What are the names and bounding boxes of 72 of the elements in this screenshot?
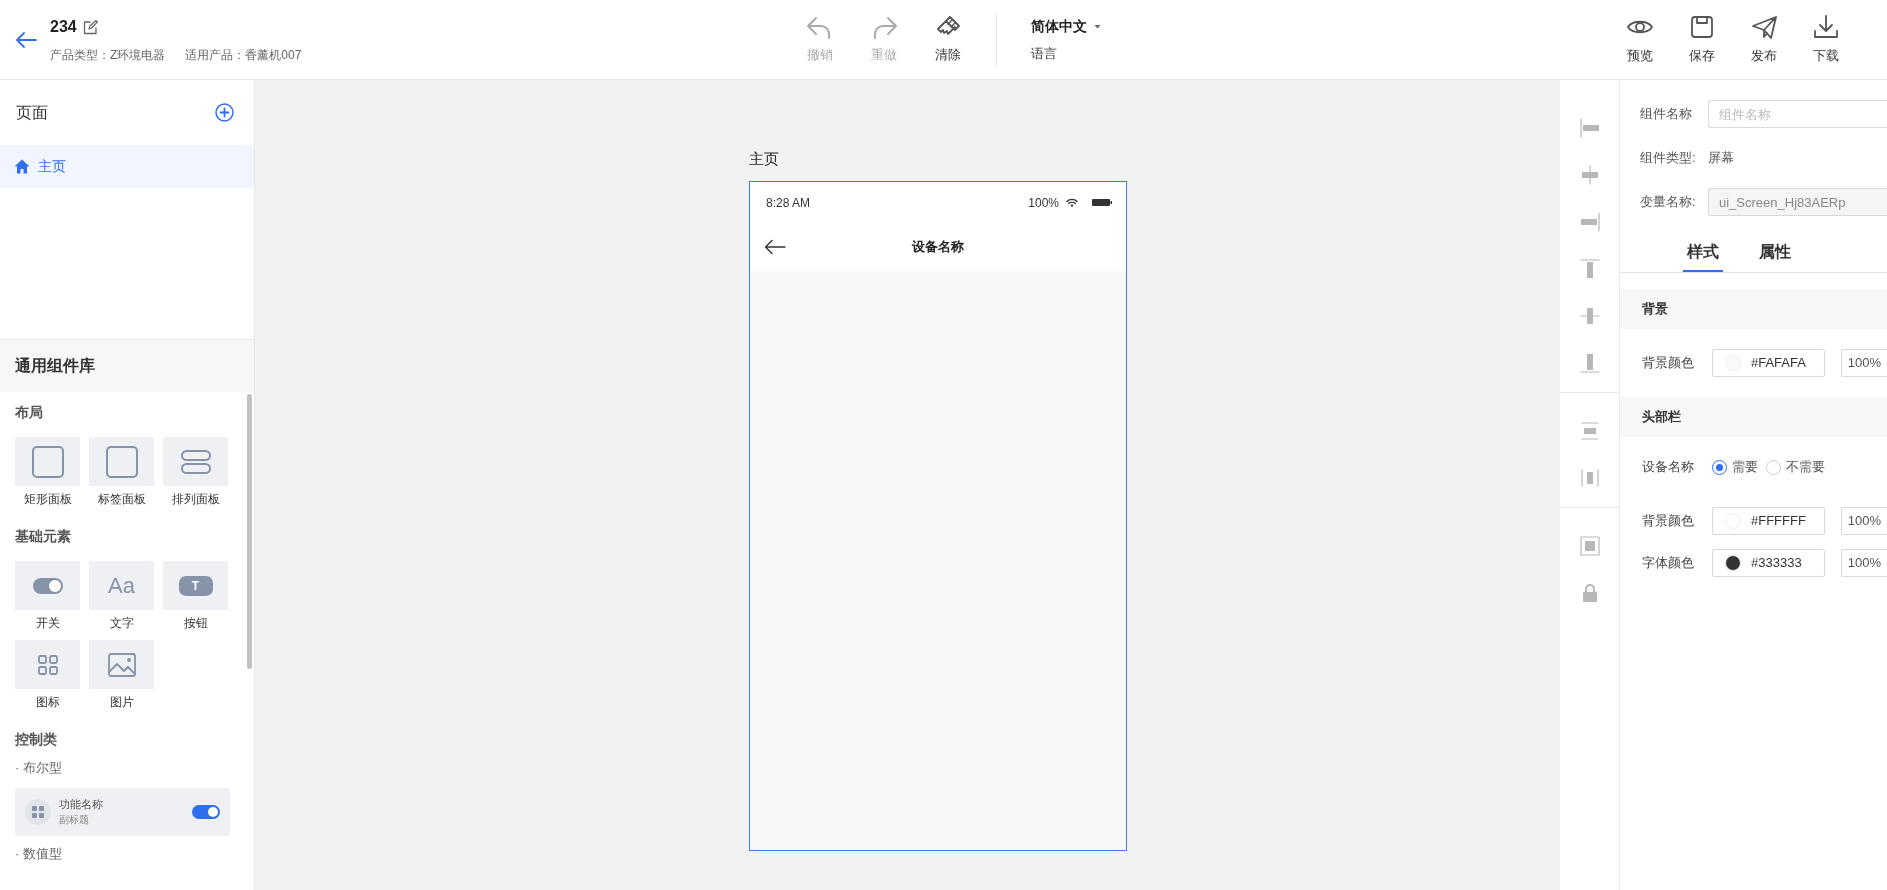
toggle-icon bbox=[32, 577, 63, 594]
group-title: 基础元素 bbox=[15, 527, 72, 546]
text-glyph-icon: Aa bbox=[108, 569, 135, 602]
color-hex-value: #333333 bbox=[1751, 554, 1802, 573]
opacity-field[interactable]: 100% bbox=[1840, 349, 1887, 377]
field-label: 组件名称 bbox=[1640, 105, 1693, 124]
component-name-field[interactable]: 组件名称 bbox=[1708, 100, 1887, 128]
back-arrow-icon[interactable] bbox=[14, 29, 38, 50]
subgroup-title: · 数值型 bbox=[15, 844, 63, 863]
product-meta: 产品类型：Z环境电器 bbox=[50, 46, 166, 64]
opacity-field[interactable]: 100% bbox=[1840, 507, 1887, 535]
opacity-field[interactable]: 100% bbox=[1840, 549, 1887, 577]
color-hex-value: #FAFAFA bbox=[1751, 354, 1806, 373]
library-title: 通用组件库 bbox=[0, 340, 254, 392]
device-name-title: 设备名称 bbox=[911, 238, 965, 257]
color-field[interactable]: #333333 bbox=[1712, 549, 1825, 577]
preview-button[interactable]: 预览 bbox=[1609, 13, 1671, 66]
edit-icon[interactable] bbox=[83, 19, 99, 35]
color-hex-value: #FFFFFF bbox=[1751, 512, 1806, 531]
field-label: 组件类型: bbox=[1640, 149, 1697, 168]
toggle-switch[interactable] bbox=[192, 804, 220, 819]
battery-percent: 100% bbox=[1028, 194, 1059, 212]
back-arrow-icon[interactable] bbox=[764, 239, 786, 255]
stacked-bars-icon bbox=[179, 449, 212, 474]
color-swatch[interactable] bbox=[1725, 555, 1741, 571]
color-field[interactable]: #FFFFFF bbox=[1712, 507, 1825, 535]
panel-title: 页面 bbox=[16, 102, 48, 123]
component-type-value: 屏幕 bbox=[1708, 149, 1734, 168]
field-label: 背景颜色 bbox=[1642, 354, 1695, 373]
wifi-icon bbox=[1065, 198, 1078, 207]
subgroup-title: · 布尔型 bbox=[15, 759, 63, 777]
language-label: 语言 bbox=[1031, 44, 1058, 63]
status-time: 8:28 AM bbox=[766, 194, 811, 212]
paper-plane-icon bbox=[1750, 13, 1778, 40]
download-button[interactable]: 下载 bbox=[1795, 13, 1857, 66]
section-header: 头部栏 bbox=[1620, 397, 1887, 437]
radio-option[interactable]: 不需要 bbox=[1766, 457, 1825, 477]
group-title: 布局 bbox=[15, 403, 44, 422]
group-title: 控制类 bbox=[15, 730, 58, 749]
download-icon bbox=[1812, 13, 1840, 40]
radio-option[interactable]: 需要 bbox=[1712, 457, 1758, 477]
panel-tab[interactable]: 属性 bbox=[1754, 240, 1795, 272]
function-name: 功能名称 bbox=[59, 796, 103, 812]
battery-icon bbox=[1092, 199, 1112, 206]
language-dropdown[interactable]: 简体中文 bbox=[1031, 16, 1101, 37]
product-meta: 适用产品：香薰机007 bbox=[185, 46, 302, 64]
panel-tab[interactable]: 样式 bbox=[1682, 240, 1723, 272]
home-icon bbox=[14, 159, 30, 174]
page-item[interactable]: 主页 bbox=[0, 145, 254, 188]
clear-button[interactable]: 清除 bbox=[918, 14, 978, 65]
save-button[interactable]: 保存 bbox=[1671, 13, 1733, 66]
image-icon bbox=[107, 652, 136, 677]
section-header: 背景 bbox=[1620, 289, 1887, 329]
publish-button[interactable]: 发布 bbox=[1733, 13, 1795, 66]
phone-screen[interactable]: 8:28 AM 100% 设备名称 bbox=[749, 180, 1127, 851]
field-label: 设备名称 bbox=[1642, 458, 1695, 477]
subtitle: 副标题 bbox=[59, 813, 90, 828]
field-label: 背景颜色 bbox=[1642, 512, 1695, 531]
color-field[interactable]: #FAFAFA bbox=[1712, 349, 1825, 377]
control-preview-card[interactable]: 功能名称 副标题 bbox=[15, 787, 230, 836]
grid-icon bbox=[37, 654, 58, 675]
scrollbar-thumb[interactable] bbox=[247, 394, 252, 669]
square-icon bbox=[105, 445, 138, 478]
add-icon[interactable] bbox=[215, 103, 234, 122]
button-glyph-icon: T bbox=[178, 575, 213, 596]
caret-icon bbox=[1093, 24, 1101, 29]
square-icon bbox=[31, 445, 64, 478]
grid-icon bbox=[32, 805, 44, 818]
field-label: 字体颜色 bbox=[1642, 554, 1695, 573]
page-title: 主页 bbox=[749, 149, 780, 169]
project-title: 234 bbox=[50, 17, 77, 38]
field-label: 变量名称: bbox=[1640, 193, 1697, 212]
